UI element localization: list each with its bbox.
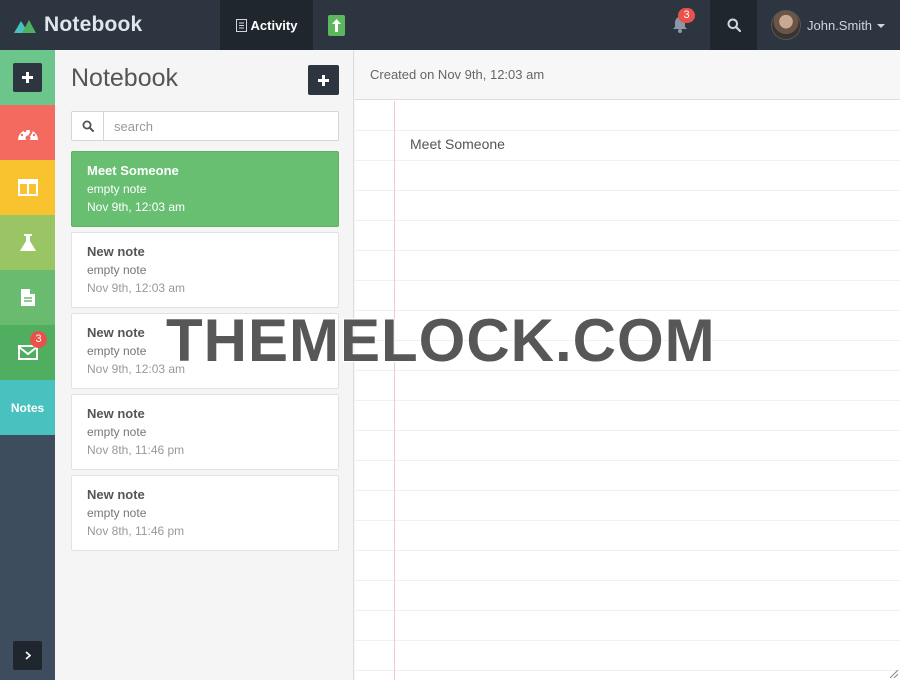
note-subtitle: empty note	[87, 182, 147, 196]
top-search-button[interactable]	[710, 0, 757, 50]
note-subtitle: empty note	[87, 506, 147, 520]
arrow-up-icon	[332, 19, 341, 32]
search-input[interactable]	[104, 112, 338, 140]
note-date: Nov 9th, 12:03 am	[87, 200, 186, 214]
note-title: New note	[87, 244, 145, 259]
columns-icon	[17, 179, 38, 196]
activity-nav-button[interactable]: Activity	[220, 0, 313, 50]
plus-icon	[318, 74, 329, 86]
sidebar-item-layout[interactable]	[0, 160, 55, 215]
flask-icon	[19, 233, 36, 251]
add-button[interactable]	[13, 63, 42, 92]
watermark: THEMELOCK.COM	[165, 306, 716, 375]
notifications-badge: 3	[678, 8, 695, 23]
expand-sidebar-button[interactable]	[13, 641, 42, 670]
avatar	[771, 10, 801, 40]
search-icon[interactable]	[72, 112, 104, 140]
upload-button[interactable]	[328, 15, 345, 36]
user-menu[interactable]: John.Smith	[771, 0, 886, 50]
brand-name: Notebook	[44, 13, 143, 36]
note-content-textarea[interactable]: Meet Someone	[410, 136, 880, 152]
sidebar-item-notes[interactable]: Notes	[0, 380, 55, 435]
chevron-right-icon	[24, 651, 31, 660]
sidebar-item-add[interactable]	[0, 50, 55, 105]
note-list-item[interactable]: New note empty note Nov 8th, 11:46 pm	[71, 475, 339, 551]
note-subtitle: empty note	[87, 425, 147, 439]
note-title: New note	[87, 406, 145, 421]
note-title: Meet Someone	[87, 163, 179, 178]
sidebar-item-mail[interactable]: 3	[0, 325, 55, 380]
brand[interactable]: Notebook	[0, 0, 220, 50]
chevron-down-icon	[877, 24, 886, 28]
plus-icon	[22, 72, 33, 83]
top-navbar: Notebook Activity 3 John.Smith	[0, 0, 900, 50]
created-timestamp: Created on Nov 9th, 12:03 am	[370, 67, 545, 82]
brand-logo-icon	[14, 20, 36, 33]
icon-sidebar: 3 Notes	[0, 50, 55, 680]
document-icon	[20, 289, 35, 306]
search-icon	[727, 18, 741, 32]
lined-paper	[355, 101, 900, 680]
page-title: Notebook	[71, 64, 179, 92]
activity-icon	[235, 18, 247, 32]
sidebar-item-documents[interactable]	[0, 270, 55, 325]
note-date: Nov 8th, 11:46 pm	[87, 443, 185, 457]
activity-label: Activity	[250, 17, 298, 33]
editor-header: Created on Nov 9th, 12:03 am	[355, 50, 900, 100]
note-list-item[interactable]: New note empty note Nov 9th, 12:03 am	[71, 232, 339, 308]
note-subtitle: empty note	[87, 263, 147, 277]
note-title: New note	[87, 487, 145, 502]
dashboard-gauge-icon	[17, 129, 38, 140]
resize-grip-icon[interactable]	[890, 670, 898, 678]
mail-badge: 3	[30, 331, 47, 348]
sidebar-item-label: Notes	[10, 400, 45, 415]
note-list-item[interactable]: New note empty note Nov 8th, 11:46 pm	[71, 394, 339, 470]
sidebar-item-lab[interactable]	[0, 215, 55, 270]
note-date: Nov 8th, 11:46 pm	[87, 524, 185, 538]
search-field	[71, 111, 339, 141]
margin-line	[394, 101, 395, 680]
sidebar-item-dashboard[interactable]	[0, 105, 55, 160]
note-date: Nov 9th, 12:03 am	[87, 281, 186, 295]
note-list-item[interactable]: Meet Someone empty note Nov 9th, 12:03 a…	[71, 151, 339, 227]
add-note-button[interactable]	[308, 65, 339, 95]
user-name: John.Smith	[807, 17, 873, 33]
